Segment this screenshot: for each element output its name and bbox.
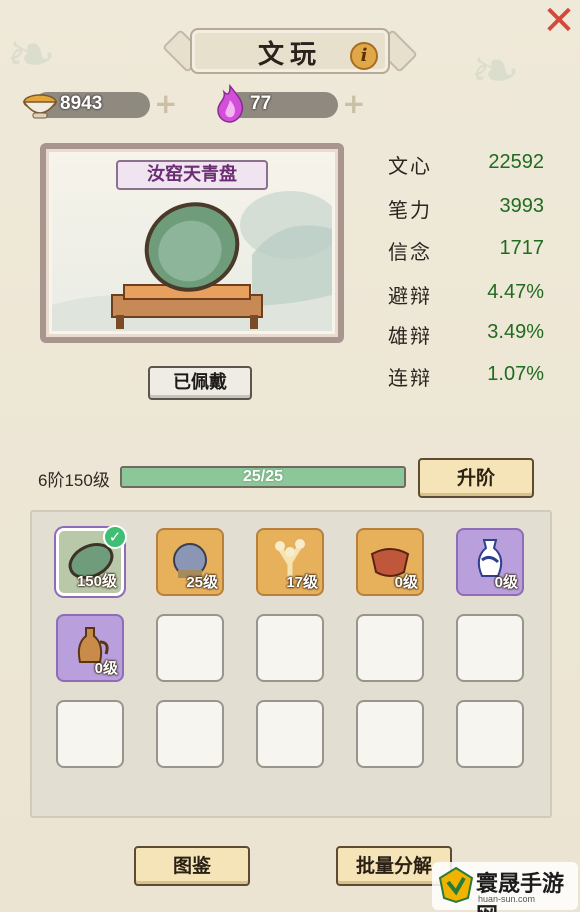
bamboo-leaf-decoration: ❧ (6, 20, 57, 90)
collection-slot[interactable]: 25级 (156, 528, 224, 596)
stat-name: 笔力 (388, 198, 432, 222)
collection-slot[interactable]: 0级 (456, 528, 524, 596)
currency-value-ink: 8943 (60, 93, 103, 114)
progress-text: 25/25 (242, 468, 284, 485)
stat-name: 避辩 (388, 284, 432, 308)
empty-slot[interactable] (356, 700, 424, 768)
stat-name: 雄辩 (388, 324, 432, 348)
catalog-button[interactable]: 图鉴 (134, 846, 250, 886)
empty-slot[interactable] (356, 614, 424, 682)
collection-slot[interactable]: 150级 ✓ (56, 525, 127, 596)
empty-slot[interactable] (456, 700, 524, 768)
watermark-text: 寰晟手游网 (476, 872, 565, 912)
info-icon[interactable]: i (350, 42, 378, 70)
item-name-tag: 汝窑天青盘 (116, 160, 268, 190)
stat-name: 连辩 (388, 366, 432, 390)
close-icon[interactable]: ✕ (542, 1, 576, 41)
check-icon: ✓ (103, 525, 127, 549)
equipped-button[interactable]: 已佩戴 (148, 366, 252, 400)
stat-name: 信念 (388, 240, 432, 264)
stat-value: 22592 (488, 151, 544, 173)
stat-value: 3993 (499, 195, 545, 217)
collection-slot[interactable]: 0级 (56, 614, 124, 682)
stat-value: 1717 (499, 237, 545, 259)
stat-value: 3.49% (487, 321, 544, 343)
ascend-button[interactable]: 升阶 (418, 458, 534, 498)
tier-level-label: 6阶150级 (38, 471, 110, 490)
add-ink-button[interactable]: + (154, 90, 177, 118)
slot-level-label: 17级 (286, 574, 318, 591)
slot-level-label: 0级 (494, 574, 518, 591)
empty-slot[interactable] (156, 614, 224, 682)
stat-name: 文心 (388, 154, 432, 178)
empty-slot[interactable] (56, 700, 124, 768)
empty-slot[interactable] (156, 700, 224, 768)
slot-level-label: 25级 (186, 574, 218, 591)
ink-bowl-icon (22, 94, 58, 119)
stat-value: 4.47% (487, 281, 544, 303)
slot-level-label: 0级 (394, 574, 418, 591)
watermark-logo-icon (438, 866, 474, 904)
empty-slot[interactable] (256, 700, 324, 768)
slot-level-label: 150级 (76, 573, 117, 590)
currency-value-spirit: 77 (250, 93, 272, 114)
bamboo-leaf-decoration: ❧ (470, 36, 521, 106)
watermark-url: huan-sun.com (478, 894, 536, 904)
add-spirit-button[interactable]: + (342, 90, 365, 118)
empty-slot[interactable] (456, 614, 524, 682)
slot-level-label: 0级 (94, 660, 118, 677)
purple-flame-icon (217, 84, 244, 123)
stat-value: 1.07% (487, 363, 544, 385)
upgrade-progress-bar: 25/25 (120, 466, 406, 488)
collection-slot[interactable]: 0级 (356, 528, 424, 596)
empty-slot[interactable] (256, 614, 324, 682)
collection-slot[interactable]: 17级 (256, 528, 324, 596)
